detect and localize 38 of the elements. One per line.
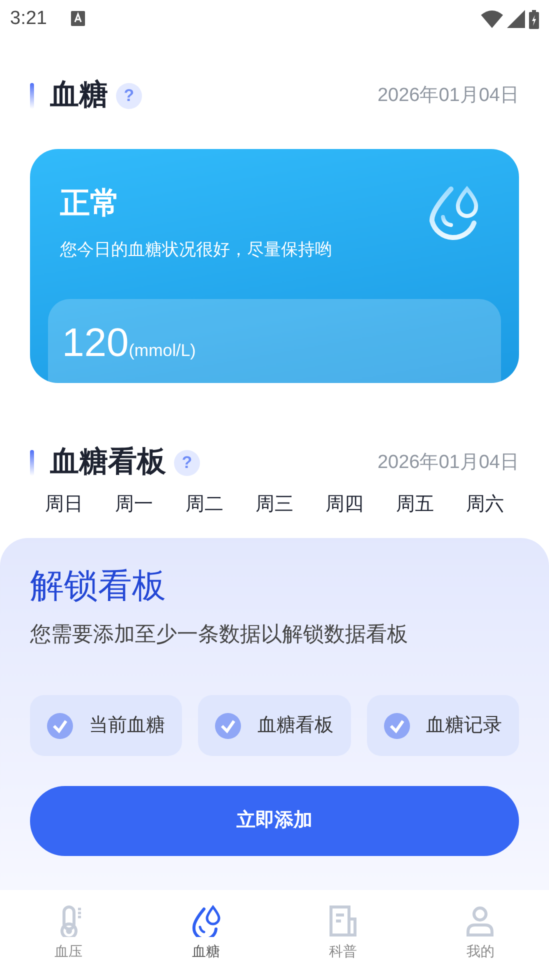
- feature-label: 当前血糖: [89, 714, 166, 738]
- wifi-icon: [481, 10, 503, 28]
- status-time: 3:21: [10, 6, 47, 31]
- water-drops-icon: [429, 185, 481, 241]
- weekday-label: 周一: [114, 493, 154, 517]
- signal-icon: [507, 10, 525, 28]
- date-label: 2026年01月04日: [377, 450, 519, 475]
- weekday-label: 周三: [254, 493, 294, 517]
- weekday-label: 周二: [184, 493, 224, 517]
- document-icon: [327, 904, 360, 936]
- help-icon[interactable]: ?: [116, 83, 142, 109]
- keyboard-icon: [70, 11, 85, 26]
- help-icon[interactable]: ?: [174, 450, 200, 476]
- sheet-title: 解锁看板: [30, 566, 167, 607]
- tab-item[interactable]: 血糖: [190, 904, 222, 962]
- tab-item[interactable]: 血压: [52, 904, 85, 962]
- tab-item[interactable]: 科普: [327, 904, 360, 962]
- water-drops-icon: [190, 904, 222, 936]
- feature-label: 血糖记录: [426, 714, 502, 738]
- weekday-label: 周日: [44, 493, 84, 517]
- sheet-message: 您需要添加至少一条数据以解锁数据看板: [30, 622, 409, 648]
- status-message: 您今日的血糖状况很好，尽量保持哟: [60, 239, 332, 261]
- person-icon: [464, 904, 496, 936]
- weekday-label: 周五: [394, 493, 435, 517]
- date-label: 2026年01月04日: [377, 84, 519, 108]
- weekday-label: 周四: [324, 493, 365, 517]
- feature-label: 血糖看板: [257, 714, 334, 738]
- battery-icon: [529, 10, 539, 28]
- weekday-label: 周六: [464, 493, 505, 517]
- unit-label: (mmol/L): [128, 340, 196, 362]
- status-label: 正常: [60, 186, 120, 222]
- tab-item[interactable]: 我的: [464, 904, 496, 962]
- section-title: 血糖看板: [50, 445, 166, 480]
- accent-bar: [30, 83, 34, 109]
- section-title: 血糖: [50, 78, 108, 114]
- glucose-value: 120: [62, 323, 129, 363]
- accent-bar: [30, 450, 34, 476]
- add-button[interactable]: 立即添加: [30, 786, 519, 856]
